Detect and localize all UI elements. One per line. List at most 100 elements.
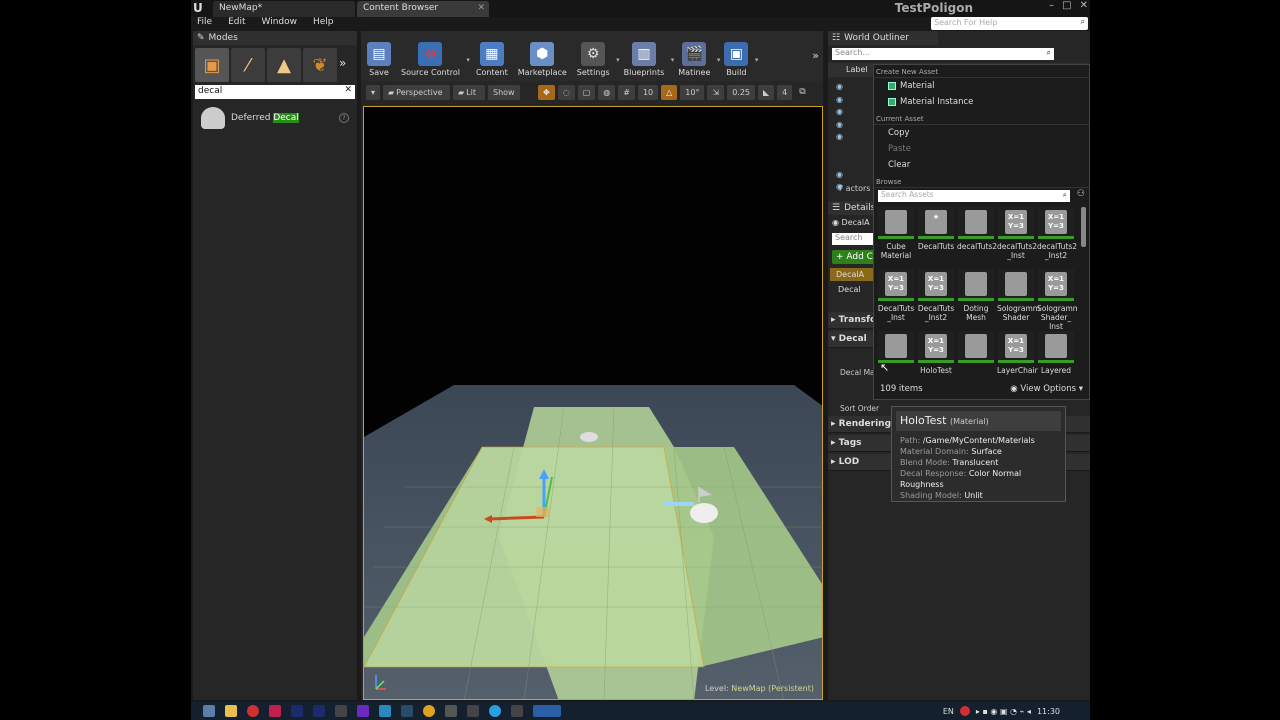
foliage-mode-icon[interactable]: ❦ [303, 48, 337, 82]
epic-launcher-icon[interactable] [467, 705, 479, 717]
asset-tile[interactable]: X=1 Y=3 HoloTest [917, 331, 955, 382]
matinee-button[interactable]: 🎬 Matinee ▾ [674, 42, 720, 77]
menu-item-clear[interactable]: Clear [874, 157, 1089, 173]
asset-tile[interactable]: Layered [1037, 331, 1075, 382]
language-indicator[interactable]: EN [943, 707, 954, 716]
asset-badge [965, 209, 987, 234]
grid-snap-value[interactable]: 10 [637, 84, 659, 100]
viewport-options-button[interactable]: ▾ [366, 84, 381, 100]
app-4-icon[interactable] [401, 705, 413, 717]
asset-tile[interactable]: Sologramm Shader [997, 269, 1040, 327]
marketplace-button[interactable]: ⬢ Marketplace [514, 42, 571, 77]
skype-icon[interactable] [489, 705, 501, 717]
asset-search-input[interactable]: Search Assets ⌕ [878, 190, 1070, 202]
3d-viewport[interactable]: Level: NewMap (Persistent) [363, 106, 823, 700]
asset-tile[interactable]: ★ DecalTuts [917, 207, 955, 265]
asset-tile[interactable]: X=1 Y=3 DecalTuts _Inst2 [917, 269, 955, 327]
tray-icons[interactable]: ▸ ▪ ◉ ▣ ◔ ⌁ ◂ [976, 707, 1031, 716]
menu-item-copy[interactable]: Copy [874, 125, 1089, 141]
asset-tile[interactable]: decalTuts2 [957, 207, 997, 265]
asset-tile[interactable] [957, 331, 995, 382]
perspective-button[interactable]: ▰ Perspective [383, 84, 451, 100]
asset-badge [1005, 271, 1027, 296]
toolbar-overflow-icon[interactable]: » [812, 49, 823, 62]
camera-speed-value[interactable]: 4 [777, 84, 793, 100]
asset-tile[interactable]: X=1 Y=3 decalTuts2 _Inst [997, 207, 1037, 265]
paint-mode-icon[interactable]: ⁄ [231, 48, 265, 82]
asset-tile[interactable]: X=1 Y=3 DecalTuts _Inst [877, 269, 915, 327]
rotation-snap-icon[interactable]: △ [661, 84, 678, 100]
asset-grid-scrollbar[interactable] [1081, 207, 1086, 247]
chevron-down-icon[interactable]: ▾ [466, 56, 470, 64]
asset-tile[interactable]: Cube Material [877, 207, 915, 265]
menu-edit[interactable]: Edit [228, 17, 245, 31]
chrome-icon[interactable] [423, 705, 435, 717]
menu-item-material[interactable]: Material [874, 78, 1089, 94]
blueprints-button[interactable]: ▥ Blueprints ▾ [620, 42, 674, 77]
asset-tile[interactable]: Doting Mesh [957, 269, 995, 327]
scale-icon[interactable]: ▢ [577, 84, 596, 100]
rotate-icon[interactable]: ◌ [557, 84, 575, 100]
asset-tile[interactable]: X=1 Y=3 Sologramm Shader_ Inst [1037, 269, 1077, 331]
menu-help[interactable]: Help [313, 17, 334, 31]
record-icon[interactable] [959, 706, 970, 716]
help-search-input[interactable]: Search For Help ⌕ [931, 17, 1088, 30]
camera-speed-icon[interactable]: ◣ [758, 84, 775, 100]
photoshop-icon[interactable] [291, 705, 303, 717]
grid-snap-icon[interactable]: # [618, 84, 635, 100]
settings-button[interactable]: ⚙ Settings ▾ [573, 42, 620, 77]
user-icon[interactable]: ⚇ [1077, 189, 1085, 199]
content-button[interactable]: ▦ Content [472, 42, 512, 77]
media-icon[interactable] [269, 705, 281, 717]
source-control-button[interactable]: ⊘ Source Control ▾ [397, 42, 470, 77]
scale-snap-icon[interactable]: ⇲ [707, 84, 725, 100]
translate-icon[interactable]: ✥ [538, 84, 555, 100]
landscape-mode-icon[interactable]: ▲ [267, 48, 301, 82]
file-explorer-icon[interactable] [225, 705, 237, 717]
more-modes-icon[interactable]: » [339, 48, 346, 80]
help-icon[interactable]: ? [339, 113, 349, 123]
lit-button[interactable]: ▰ Lit [453, 84, 486, 100]
close-icon[interactable]: ✕ [477, 3, 485, 13]
minimize-button[interactable]: – [1049, 0, 1054, 11]
tab-content-browser[interactable]: Content Browser ✕ [357, 1, 489, 17]
menu-file[interactable]: File [197, 17, 212, 31]
clock[interactable]: 11:30 [1037, 707, 1060, 716]
place-mode-icon[interactable]: ▣ [195, 48, 229, 82]
app-5-icon[interactable] [445, 705, 457, 717]
outliner-search-input[interactable]: Search... ⌕ [832, 48, 1054, 60]
visibility-icon[interactable]: ◉ ◉ ◉ ◉ ◉ ◉ ◉ [836, 81, 843, 194]
epic-launcher-2-icon[interactable] [511, 705, 523, 717]
chevron-down-icon[interactable]: ▾ [755, 56, 759, 64]
asset-tile[interactable]: X=1 Y=3 LayerChair [997, 331, 1038, 382]
tab-newmap[interactable]: NewMap* [213, 1, 355, 17]
save-button[interactable]: ▤ Save [363, 42, 395, 77]
build-button[interactable]: ▣ Build ▾ [720, 42, 758, 77]
app-3-icon[interactable] [379, 705, 391, 717]
app-2-icon[interactable] [357, 705, 369, 717]
close-window-button[interactable]: ✕ [1080, 0, 1088, 11]
scale-snap-value[interactable]: 0.25 [727, 84, 755, 100]
maximize-button[interactable]: □ [1062, 0, 1071, 11]
rotation-snap-value[interactable]: 10° [680, 84, 705, 100]
app-icon[interactable] [335, 705, 347, 717]
unreal-editor-task-icon[interactable] [533, 705, 561, 717]
world-outliner-header[interactable]: ☷ World Outliner [828, 31, 938, 45]
level-name: NewMap (Persistent) [731, 684, 814, 693]
modes-search-input[interactable]: decal ✕ [195, 85, 355, 99]
task-view-icon[interactable] [203, 705, 215, 717]
asset-tile[interactable]: X=1 Y=3 decalTuts2 _Inst2 [1037, 207, 1077, 265]
maximize-viewport-icon[interactable]: ⧉ [799, 87, 805, 97]
material-thumbnail-icon: X=1 Y=3 [998, 207, 1034, 239]
menu-window[interactable]: Window [262, 17, 298, 31]
add-component-button[interactable]: + Add C [832, 250, 877, 264]
browser-icon[interactable] [247, 705, 259, 717]
list-item-deferred-decal[interactable]: Deferred Decal ? [193, 101, 357, 135]
view-options-button[interactable]: ◉ View Options ▾ [1010, 384, 1083, 396]
show-button[interactable]: Show [488, 84, 521, 100]
menu-item-material-instance[interactable]: Material Instance [874, 94, 1089, 110]
clear-icon[interactable]: ✕ [344, 85, 352, 95]
photoshop-2-icon[interactable] [313, 705, 325, 717]
world-icon[interactable]: ◍ [598, 84, 616, 100]
asset-tile[interactable] [877, 331, 915, 382]
